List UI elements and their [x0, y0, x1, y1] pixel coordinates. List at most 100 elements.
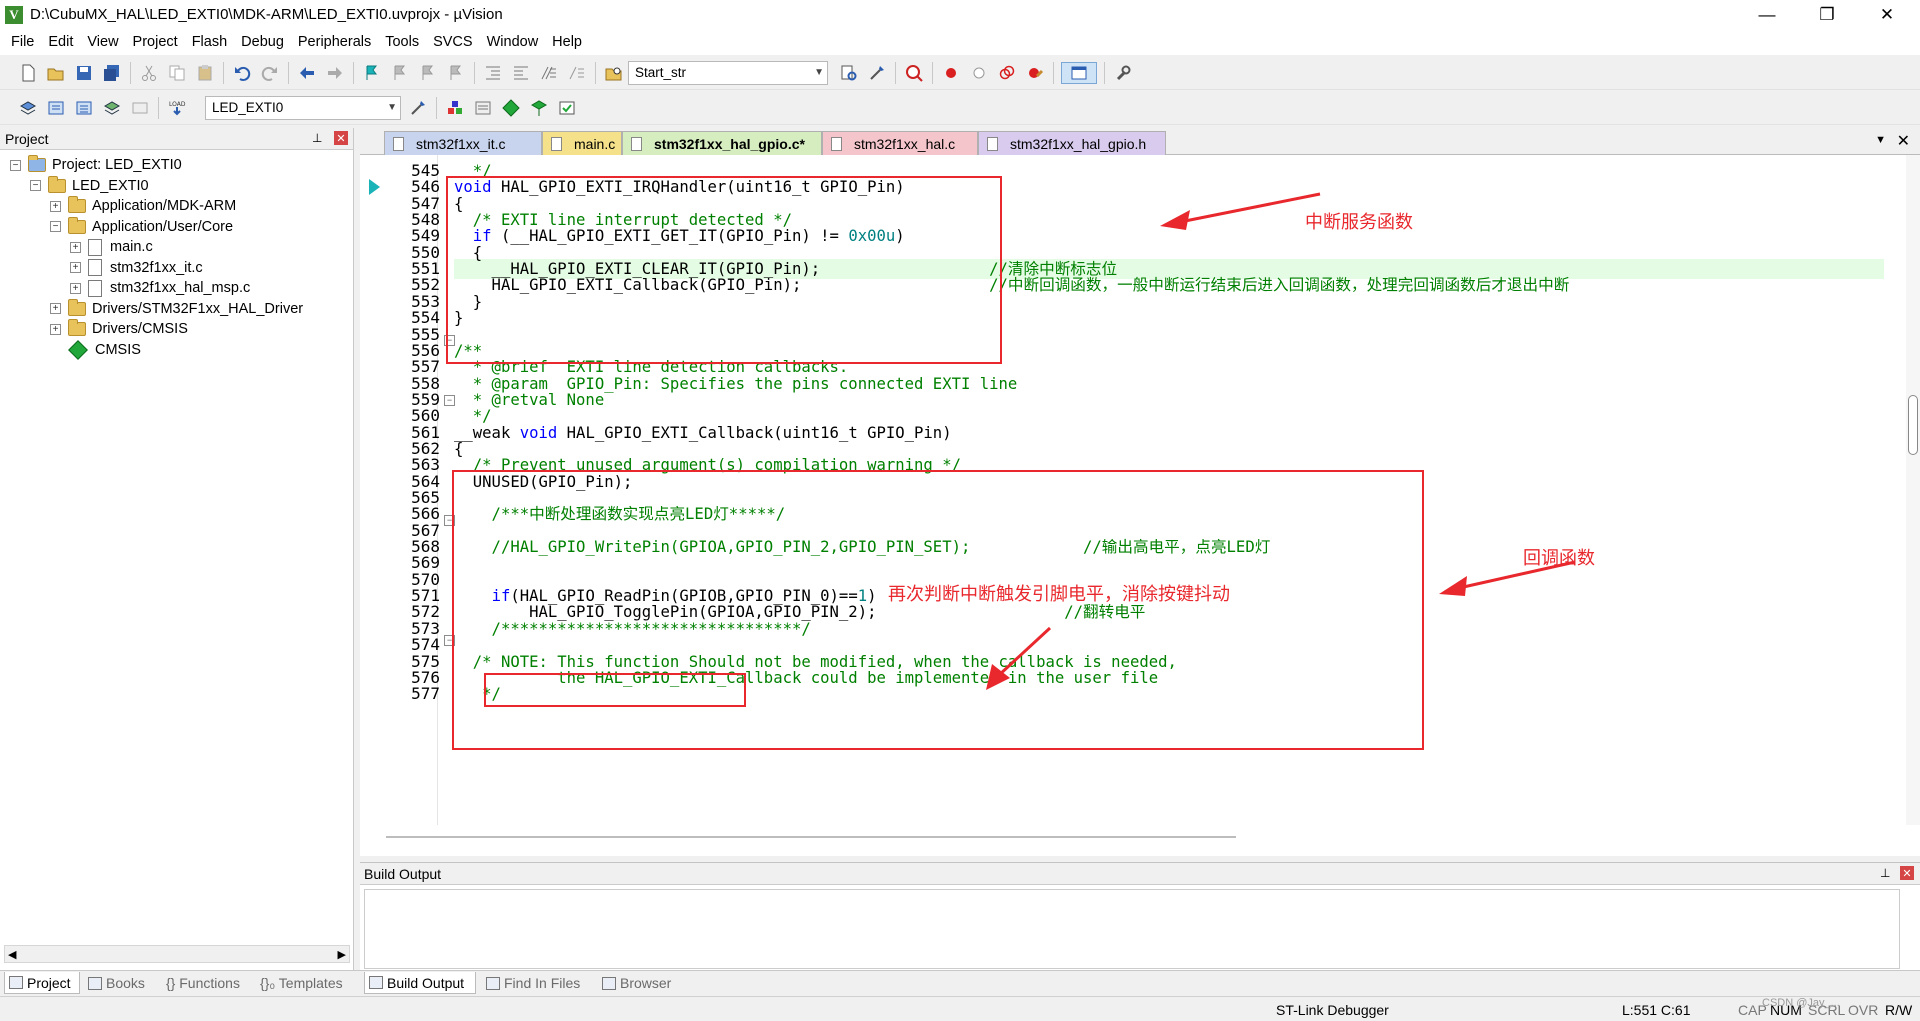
close-panel-icon[interactable]: ✕ — [334, 131, 348, 145]
comment-icon[interactable] — [538, 62, 560, 84]
save-all-icon[interactable] — [101, 62, 123, 84]
disable-all-breakpoints-icon[interactable] — [996, 62, 1018, 84]
stop-build-icon[interactable] — [129, 97, 151, 119]
manage-runtime-environment-icon[interactable] — [500, 97, 522, 119]
pack-installer-icon[interactable] — [556, 97, 578, 119]
cut-icon[interactable] — [138, 62, 160, 84]
pin-icon[interactable]: ⊥ — [312, 131, 322, 145]
tab-stm32f1xx-hal-c[interactable]: stm32f1xx_hal.c — [822, 131, 978, 155]
bookmark-clear-icon[interactable] — [445, 62, 467, 84]
tab-books[interactable]: Books — [84, 972, 158, 994]
code-line[interactable]: __weak void HAL_GPIO_EXTI_Callback(uint1… — [454, 423, 952, 443]
window-layout-icon[interactable] — [1061, 61, 1097, 84]
expand-icon[interactable]: + — [50, 200, 61, 212]
tab-stm32f1xx-hal-gpio-c[interactable]: stm32f1xx_hal_gpio.c* — [622, 131, 822, 155]
close-panel-icon[interactable]: ✕ — [1900, 866, 1914, 880]
collapse-icon[interactable]: − — [10, 159, 21, 171]
editor-vertical-scrollbar[interactable] — [1906, 155, 1920, 825]
tab-stm32f1xx-it-c[interactable]: stm32f1xx_it.c — [384, 131, 542, 155]
toolbar-separator — [895, 61, 896, 84]
navigate-forward-icon[interactable] — [324, 62, 346, 84]
tab-stm32f1xx-hal-gpio-h[interactable]: stm32f1xx_hal_gpio.h — [978, 131, 1166, 155]
menu-debug[interactable]: Debug — [234, 34, 291, 50]
insert-breakpoint-icon[interactable] — [940, 62, 962, 84]
pin-icon[interactable]: ⊥ — [1880, 866, 1890, 880]
expand-icon[interactable]: + — [50, 323, 61, 335]
build-output-text[interactable] — [364, 889, 1900, 969]
select-software-packs-icon[interactable] — [528, 97, 550, 119]
menu-peripherals[interactable]: Peripherals — [291, 34, 378, 50]
configure-icon[interactable] — [1112, 62, 1134, 84]
configuration-wizard-icon[interactable] — [866, 62, 888, 84]
indent-icon[interactable] — [482, 62, 504, 84]
kill-all-breakpoints-icon[interactable] — [1024, 62, 1046, 84]
menu-help[interactable]: Help — [545, 34, 589, 50]
menu-flash[interactable]: Flash — [185, 34, 234, 50]
scroll-right-icon[interactable]: ▶ — [338, 948, 346, 961]
navigate-back-icon[interactable] — [296, 62, 318, 84]
collapse-icon[interactable]: − — [50, 221, 61, 232]
tab-project[interactable]: Project — [4, 972, 80, 994]
restore-button[interactable]: ❐ — [1798, 0, 1856, 29]
new-file-icon[interactable] — [17, 62, 39, 84]
tab-templates[interactable]: {}₀ Templates — [256, 972, 348, 994]
batch-build-icon[interactable] — [101, 97, 123, 119]
find-in-files-icon[interactable] — [603, 62, 625, 84]
tab-functions[interactable]: {} Functions — [162, 972, 252, 994]
tree-item[interactable]: CMSIS — [50, 338, 141, 362]
tab-browser[interactable]: Browser — [598, 972, 680, 994]
bookmark-next-icon[interactable] — [417, 62, 439, 84]
expand-icon[interactable]: + — [70, 282, 81, 294]
menu-view[interactable]: View — [80, 34, 125, 50]
close-button[interactable]: ✕ — [1858, 0, 1916, 29]
close-tab-icon[interactable]: ✕ — [1897, 131, 1910, 151]
collapse-icon[interactable]: − — [30, 180, 41, 191]
undo-icon[interactable] — [231, 62, 253, 84]
editor-horizontal-scrollbar[interactable] — [386, 836, 1236, 842]
c-file-icon — [551, 136, 562, 151]
save-icon[interactable] — [73, 62, 95, 84]
build-toolbar: LOAD LED_EXTI0 ▼ — [0, 91, 1920, 125]
menu-file[interactable]: File — [4, 34, 41, 50]
fold-toggle-icon[interactable]: − — [444, 395, 455, 406]
tab-main-c[interactable]: main.c — [542, 131, 622, 155]
menu-edit[interactable]: Edit — [41, 34, 80, 50]
tab-list-dropdown-icon[interactable]: ▼ — [1875, 134, 1886, 146]
menu-window[interactable]: Window — [480, 34, 546, 50]
tab-build-output[interactable]: Build Output — [364, 972, 476, 994]
expand-icon[interactable]: + — [70, 241, 81, 253]
expand-icon[interactable]: + — [50, 303, 61, 314]
minimize-button[interactable]: — — [1738, 0, 1796, 29]
incremental-find-icon[interactable] — [838, 62, 860, 84]
bookmark-prev-icon[interactable] — [389, 62, 411, 84]
target-options-icon[interactable] — [407, 97, 429, 119]
open-folder-icon[interactable] — [45, 62, 67, 84]
find-combo[interactable]: Start_str ▼ — [628, 60, 828, 85]
scroll-thumb[interactable] — [1908, 395, 1918, 455]
redo-icon[interactable] — [259, 62, 281, 84]
scroll-left-icon[interactable]: ◀ — [8, 948, 16, 961]
file-extensions-icon[interactable] — [472, 97, 494, 119]
debug-session-icon[interactable] — [903, 62, 925, 84]
debounce-annotation-arrow — [986, 626, 1052, 690]
unindent-icon[interactable] — [510, 62, 532, 84]
callback-highlight-box — [452, 470, 1424, 750]
menu-svcs[interactable]: SVCS — [426, 34, 480, 50]
bookmark-icon[interactable] — [369, 179, 380, 196]
uncomment-icon[interactable] — [566, 62, 588, 84]
menu-project[interactable]: Project — [126, 34, 185, 50]
copy-icon[interactable] — [166, 62, 188, 84]
translate-icon[interactable] — [17, 97, 39, 119]
download-load-icon[interactable]: LOAD — [166, 97, 188, 119]
paste-icon[interactable] — [194, 62, 216, 84]
project-horizontal-scrollbar[interactable]: ◀ ▶ — [4, 945, 350, 963]
manage-project-items-icon[interactable] — [444, 97, 466, 119]
enable-breakpoint-icon[interactable] — [968, 62, 990, 84]
tab-find-in-files[interactable]: Find In Files — [482, 972, 592, 994]
target-combo[interactable]: LED_EXTI0 ▼ — [205, 95, 401, 120]
menu-tools[interactable]: Tools — [378, 34, 426, 50]
rebuild-icon[interactable] — [73, 97, 95, 119]
build-icon[interactable] — [45, 97, 67, 119]
expand-icon[interactable]: + — [70, 262, 81, 273]
bookmark-toggle-icon[interactable] — [361, 62, 383, 84]
